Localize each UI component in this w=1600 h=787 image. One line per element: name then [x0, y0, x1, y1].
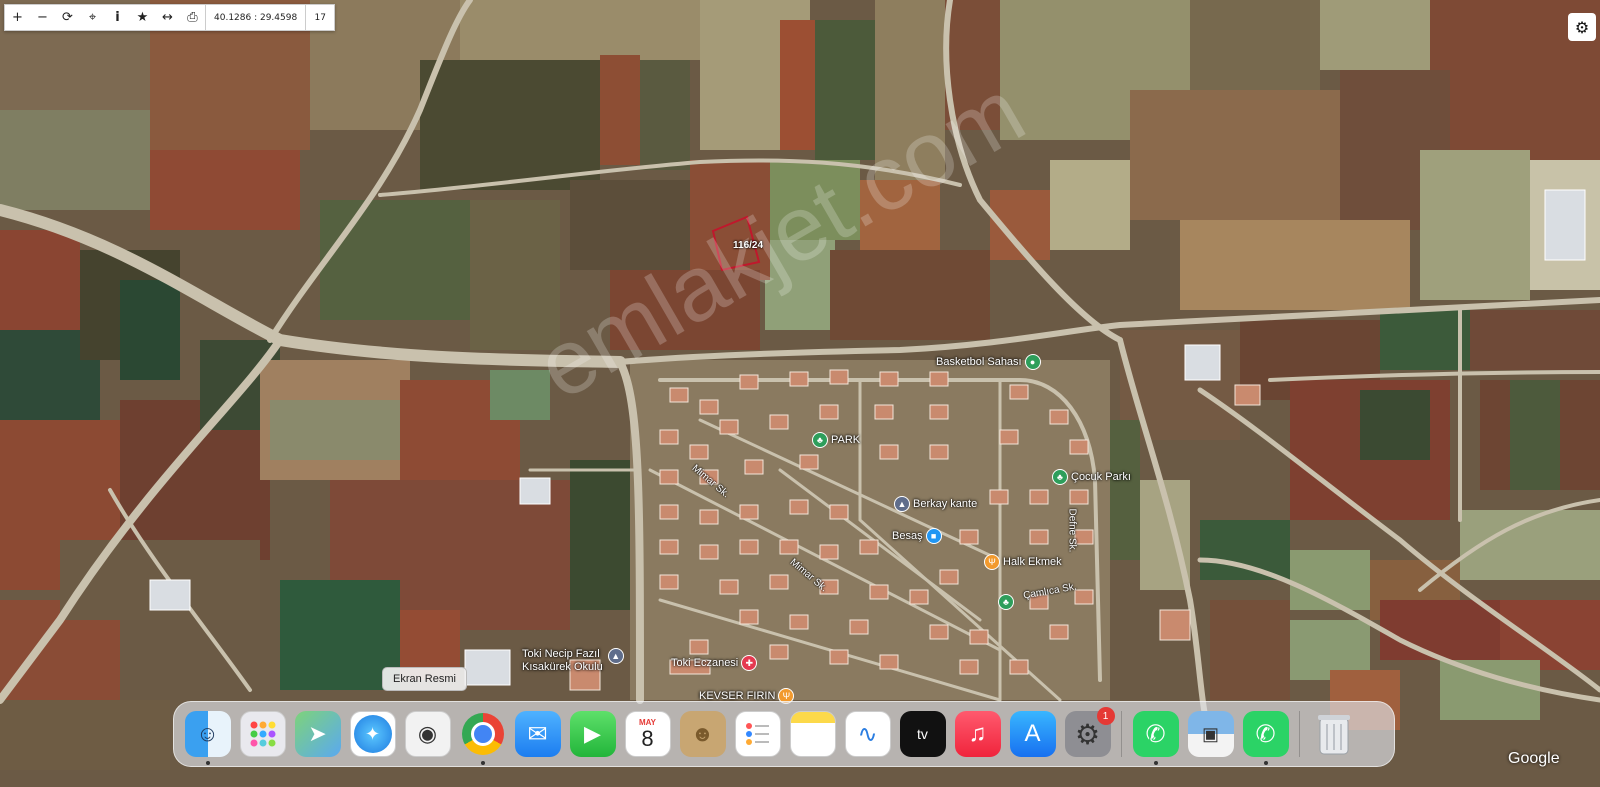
trash-icon[interactable]: [1311, 711, 1357, 757]
dock-tooltip: Ekran Resmi: [382, 667, 467, 691]
launchpad-icon[interactable]: [239, 711, 286, 757]
chrome-icon[interactable]: [460, 711, 506, 765]
whatsapp-icon[interactable]: ✆: [1132, 711, 1179, 765]
poi-besas[interactable]: Besaş ■: [892, 528, 942, 544]
restaurant-pin-icon: Ψ: [984, 554, 1000, 570]
poi-berkay-kante[interactable]: ▲ Berkay kante: [894, 496, 977, 512]
facetime-icon[interactable]: ▶: [569, 711, 616, 757]
freeform-icon[interactable]: ∿: [844, 711, 891, 757]
info-icon[interactable]: i: [105, 5, 130, 30]
map-toolbar: + − ⟳ ⌖ i ★ ↔ ⎙ 40.1286 : 29.4598 17: [4, 4, 336, 31]
satellite-imagery: [0, 0, 1600, 787]
macos-dock: ☺ ➤ ✦ ◉ ✉ ▶ MAY 8 ☻ ∿ tv ♫ A ⚙ 1 ✆ ▣ ✆: [173, 701, 1395, 767]
poi-label: Berkay kante: [913, 498, 978, 510]
school-pin-icon: ▲: [607, 648, 624, 664]
park-tree-pin-icon: ♣: [812, 432, 828, 448]
notification-badge: 1: [1096, 707, 1115, 725]
poi-halk-ekmek[interactable]: Ψ Halk Ekmek: [984, 554, 1062, 570]
maps-icon[interactable]: ➤: [294, 711, 341, 757]
pharmacy-pin-icon: ✚: [741, 655, 758, 671]
poi-label: Çocuk Parkı: [1071, 471, 1131, 483]
poi-label: Besaş: [892, 530, 923, 542]
preview-icon[interactable]: ▣: [1187, 711, 1234, 757]
poi-label: Halk Ekmek: [1003, 556, 1062, 568]
google-attribution: Google: [1508, 750, 1560, 767]
appstore-icon[interactable]: A: [1009, 711, 1056, 757]
calendar-day: 8: [641, 725, 654, 751]
screenshot-icon[interactable]: ◉: [404, 711, 451, 757]
poi-playground[interactable]: ♣ Çocuk Parkı: [1052, 469, 1131, 485]
school-pin-icon: ▲: [894, 496, 910, 512]
coordinates-readout: 40.1286 : 29.4598: [205, 5, 305, 30]
zoom-level-readout: 17: [305, 5, 334, 30]
refresh-icon[interactable]: ⟳: [55, 5, 80, 30]
dock-separator: [1121, 711, 1122, 757]
reminders-icon[interactable]: [734, 711, 781, 757]
music-icon[interactable]: ♫: [954, 711, 1001, 757]
system-settings-icon[interactable]: ⚙ 1: [1064, 707, 1115, 757]
running-indicator: [205, 761, 210, 765]
street-label: Defne Sk.: [1066, 508, 1078, 553]
calendar-icon[interactable]: MAY 8: [624, 711, 671, 757]
appletv-icon[interactable]: tv: [899, 711, 946, 757]
poi-label: Basketbol Sahası: [936, 356, 1022, 368]
poi-park[interactable]: ♣ PARK: [812, 432, 860, 448]
running-indicator: [480, 761, 485, 765]
finder-icon[interactable]: ☺: [184, 711, 231, 765]
dock-separator: [1299, 711, 1300, 757]
whatsapp-business-icon[interactable]: ✆: [1242, 711, 1289, 765]
gear-icon[interactable]: ⚙: [1568, 13, 1596, 41]
satellite-map[interactable]: 116/24 emlakjet.com Basketbol Sahası ● ♣…: [0, 0, 1600, 787]
poi-label: PARK: [831, 434, 861, 446]
notes-icon[interactable]: [789, 711, 836, 757]
measure-icon[interactable]: ↔: [155, 5, 180, 30]
tree-pin-icon: ♣: [998, 594, 1014, 610]
poi-label: Toki Necip Fazıl Kısakürek Okulu: [522, 648, 603, 673]
playground-pin-icon: ♣: [1052, 469, 1068, 485]
running-indicator: [1153, 761, 1158, 765]
mail-icon[interactable]: ✉: [514, 711, 561, 757]
zoom-in-button[interactable]: +: [5, 5, 30, 30]
poi-label: Toki Eczanesi: [671, 657, 739, 669]
locate-icon[interactable]: ⌖: [80, 5, 105, 30]
zoom-out-button[interactable]: −: [30, 5, 55, 30]
basketball-court-pin-icon: ●: [1024, 354, 1041, 370]
poi-toki-pharmacy[interactable]: Toki Eczanesi ✚: [671, 655, 758, 671]
poi-toki-school[interactable]: Toki Necip Fazıl Kısakürek Okulu ▲: [522, 648, 624, 674]
poi-tree[interactable]: ♣: [998, 594, 1014, 610]
poi-basketball-court[interactable]: Basketbol Sahası ●: [936, 354, 1041, 370]
parcel-label: 116/24: [733, 240, 764, 251]
shopping-pin-icon: ■: [925, 528, 942, 544]
contacts-icon[interactable]: ☻: [679, 711, 726, 757]
safari-icon[interactable]: ✦: [349, 711, 396, 757]
running-indicator: [1263, 761, 1268, 765]
print-icon[interactable]: ⎙: [180, 5, 205, 30]
favorite-star-icon[interactable]: ★: [130, 5, 155, 30]
appletv-label: tv: [917, 726, 928, 742]
